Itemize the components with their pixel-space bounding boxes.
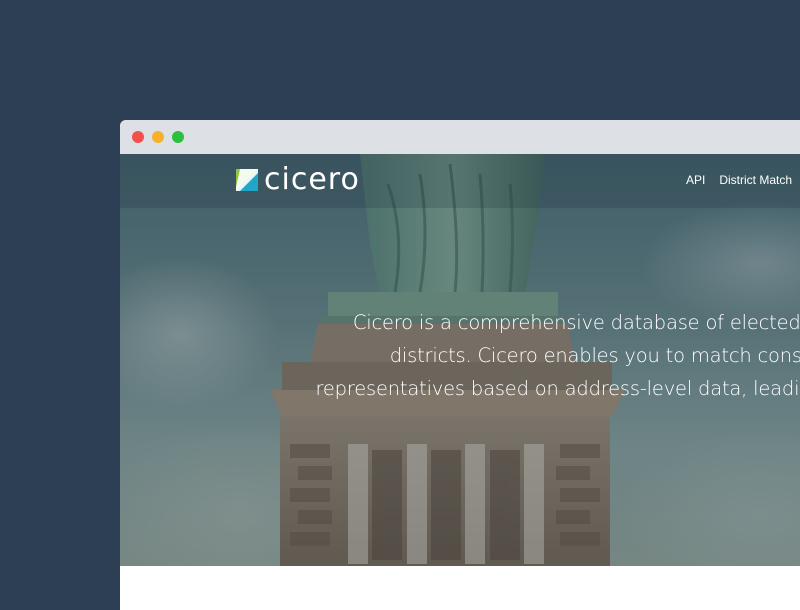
browser-window: cicero API District Match Cicero is a co… — [120, 120, 800, 610]
cicero-logo-icon — [236, 169, 258, 191]
tagline-line-3: representatives based on address-level d… — [315, 377, 800, 400]
maximize-window-button[interactable] — [172, 131, 184, 143]
hero-tagline: Cicero is a comprehensive database of el… — [120, 306, 800, 405]
hero-section: cicero API District Match Cicero is a co… — [120, 154, 800, 566]
page-content — [120, 566, 800, 610]
nav-links: API District Match — [686, 173, 800, 187]
close-window-button[interactable] — [132, 131, 144, 143]
minimize-window-button[interactable] — [152, 131, 164, 143]
nav-link-district-match[interactable]: District Match — [719, 173, 792, 187]
site-logo[interactable]: cicero — [236, 163, 360, 197]
tagline-line-2: districts. Cicero enables you to match c… — [389, 344, 800, 367]
site-navbar: cicero API District Match — [120, 154, 800, 208]
tagline-line-1: Cicero is a comprehensive database of el… — [352, 311, 800, 334]
nav-link-api[interactable]: API — [686, 173, 705, 187]
logo-wordmark: cicero — [264, 162, 360, 197]
window-titlebar — [120, 120, 800, 154]
